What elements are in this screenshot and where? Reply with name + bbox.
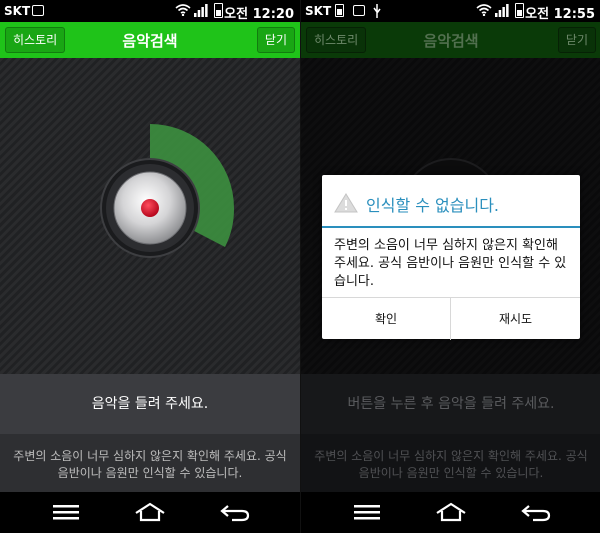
clock: 오전 12:55 (525, 7, 595, 22)
status-bar: SKT 오전 12:55 (301, 0, 600, 22)
wifi-icon (476, 4, 492, 16)
dialog-title: 인식할 수 없습니다. (366, 196, 500, 215)
system-navbar (0, 492, 300, 533)
page-title: 음악검색 (122, 32, 178, 50)
back-icon[interactable] (220, 502, 250, 522)
page-title: 음악검색 (423, 32, 479, 50)
dialog-message: 주변의 소음이 너무 심하지 않은지 확인해 주세요. 공식 음반이나 음원만 … (334, 238, 567, 289)
battery-icon (335, 4, 344, 17)
record-icon[interactable] (141, 199, 159, 217)
home-icon[interactable] (435, 502, 467, 522)
error-dialog: 인식할 수 없습니다. 주변의 소음이 너무 심하지 않은지 확인해 주세요. … (322, 175, 580, 340)
image-icon (353, 5, 365, 16)
image-icon (32, 5, 44, 16)
home-icon[interactable] (134, 502, 166, 522)
hint-text: 주변의 소음이 너무 심하지 않은지 확인해 주세요. 공식 음반이나 음원만 … (301, 434, 600, 492)
listen-prompt: 음악을 들려 주세요. (0, 374, 300, 434)
menu-icon[interactable] (52, 502, 80, 522)
hint-text: 주변의 소음이 너무 심하지 않은지 확인해 주세요. 공식 음반이나 음원만 … (0, 434, 300, 492)
left-screen: SKT 오전 12:20 히스토리 음악검색 닫기 음악을 들려 주세요. 주변… (0, 0, 300, 533)
battery-icon (515, 3, 524, 18)
right-screen: SKT 오전 12:55 히스토리 음악검색 닫기 버튼을 누른 후 음악을 들… (300, 0, 600, 533)
clock: 오전 12:20 (224, 7, 294, 22)
status-bar: SKT 오전 12:20 (0, 0, 300, 22)
record-visual (100, 124, 235, 258)
carrier-label: SKT (305, 4, 332, 18)
system-navbar (301, 492, 600, 533)
warning-icon (334, 193, 358, 213)
wifi-icon (175, 4, 191, 16)
dialog-buttons: 확인 재시도 (322, 297, 580, 340)
battery-icon (214, 3, 223, 18)
listening-area (0, 58, 300, 374)
retry-button[interactable]: 재시도 (451, 298, 580, 340)
carrier-label: SKT (4, 4, 31, 18)
listen-prompt: 버튼을 누른 후 음악을 들려 주세요. (301, 374, 600, 434)
menu-icon[interactable] (353, 502, 381, 522)
app-header: 히스토리 음악검색 닫기 (0, 22, 300, 58)
close-button[interactable]: 닫기 (557, 27, 596, 53)
app-header: 히스토리 음악검색 닫기 (301, 22, 600, 58)
usb-icon (373, 4, 381, 18)
close-button[interactable]: 닫기 (256, 27, 295, 53)
signal-icon (495, 4, 509, 17)
signal-icon (194, 4, 208, 17)
dialog-divider (322, 226, 580, 228)
ok-button[interactable]: 확인 (322, 298, 451, 340)
back-icon[interactable] (521, 502, 551, 522)
